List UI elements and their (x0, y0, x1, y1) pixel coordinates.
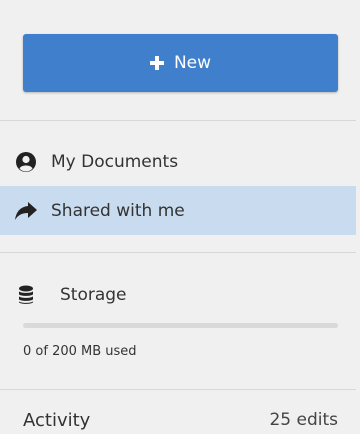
database-icon (16, 284, 36, 306)
storage-progress-bar (23, 323, 338, 328)
nav-list: My Documents Shared with me (0, 137, 356, 235)
sidebar: New My Documents Shared with me Storage … (0, 0, 360, 434)
storage-header: Storage (0, 273, 356, 317)
sidebar-item-label: My Documents (51, 151, 179, 172)
plus-icon (149, 56, 164, 70)
activity-row: Activity 25 edits (23, 410, 338, 431)
storage-label: Storage (60, 285, 127, 305)
new-button-area: New (0, 0, 356, 121)
activity-label: Activity (23, 410, 91, 431)
new-button-label: New (173, 53, 212, 73)
divider (0, 389, 356, 390)
divider (0, 252, 356, 253)
new-button[interactable]: New (23, 34, 338, 92)
sidebar-item-label: Shared with me (51, 200, 185, 221)
storage-usage-text: 0 of 200 MB used (23, 344, 137, 359)
share-arrow-icon (14, 199, 38, 223)
sidebar-item-shared-with-me[interactable]: Shared with me (0, 186, 356, 235)
user-circle-icon (14, 150, 38, 174)
storage-section: Storage 0 of 200 MB used (0, 273, 356, 359)
activity-count: 25 edits (269, 410, 338, 430)
sidebar-item-my-documents[interactable]: My Documents (0, 137, 356, 186)
